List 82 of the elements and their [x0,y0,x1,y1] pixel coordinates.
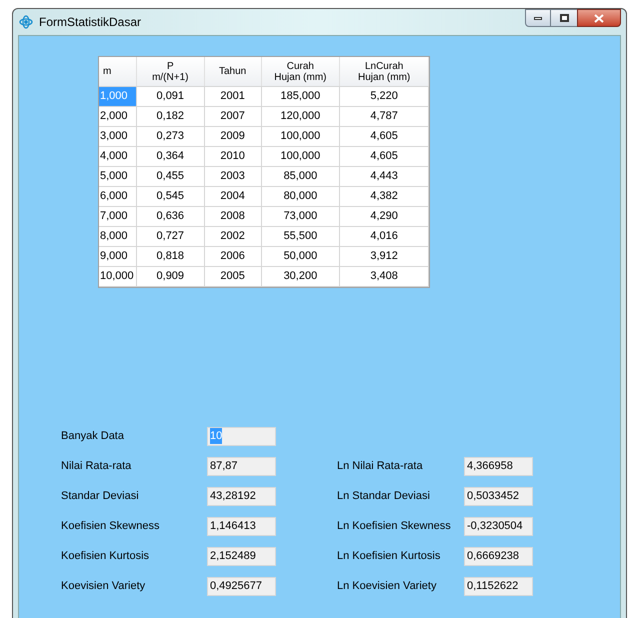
table-cell: 55,500 [262,227,340,246]
table-cell: 2004 [204,187,262,206]
table-cell: 2003 [204,167,262,186]
field-label: Koefisien Skewness [61,518,160,534]
table-cell: 0,545 [136,187,205,206]
output-field[interactable]: 43,28192 [207,486,276,506]
table-cell: 4,605 [340,127,430,146]
field-label: Banyak Data [61,428,125,444]
field-label: Ln Standar Deviasi [337,488,431,504]
close-button[interactable] [577,9,621,27]
column-header[interactable]: LnCurah Hujan (mm) [340,57,429,86]
table-cell: 85,000 [262,167,340,186]
column-header[interactable]: m [99,57,137,86]
maximize-button[interactable] [551,9,577,27]
table-cell: 4,016 [340,227,430,246]
table-cell: 0,909 [136,267,205,286]
column-header[interactable]: Curah Hujan (mm) [262,57,340,86]
table-cell: 0,364 [136,147,205,166]
table-cell: 185,000 [262,87,340,106]
table-cell: 100,000 [262,147,340,166]
output-field[interactable]: 0,6669238 [464,546,533,566]
table-cell: 4,382 [340,187,430,206]
table-cell: 4,605 [340,147,430,166]
table-cell: 0,273 [136,127,205,146]
field-label: Ln Koefisien Skewness [337,518,452,534]
output-field[interactable]: 0,5033452 [464,486,533,506]
table-cell: 0,727 [136,227,205,246]
output-field[interactable]: 0,4925677 [207,576,276,596]
output-field[interactable]: 4,366958 [464,456,533,476]
table-cell: 3,912 [340,247,430,266]
table-cell: 0,091 [136,87,205,106]
table-cell: 6,000 [99,187,137,206]
table-cell: 4,443 [340,167,430,186]
table-cell: 73,000 [262,207,340,226]
table-cell: 120,000 [262,107,340,126]
output-field[interactable]: 2,152489 [207,546,276,566]
table-cell: 80,000 [262,187,340,206]
table-cell: 10,000 [99,267,137,286]
table-cell: 0,455 [136,167,205,186]
table-cell: 8,000 [99,227,137,246]
table-cell: 4,000 [99,147,137,166]
table-cell: 2002 [204,227,262,246]
column-header[interactable]: Tahun [204,57,262,86]
table-cell: 0,182 [136,107,205,126]
table-cell: 9,000 [99,247,137,266]
table-cell: 2009 [204,127,262,146]
table-cell: 0,636 [136,207,205,226]
field-label: Ln Koevisien Variety [337,578,438,594]
table-cell: 7,000 [99,207,137,226]
minimize-button[interactable] [525,9,551,27]
table-cell: 1,000 [99,87,137,106]
table-cell: 2008 [204,207,262,226]
table-cell: 2006 [204,247,262,266]
table-cell: 2005 [204,267,262,286]
table-cell: 50,000 [262,247,340,266]
table-cell: 2,000 [99,107,137,126]
output-field[interactable]: 1,146413 [207,516,276,536]
output-field[interactable]: -0,3230504 [464,516,533,536]
table-cell: 100,000 [262,127,340,146]
table-cell: 0,818 [136,247,205,266]
table-cell: 3,000 [99,127,137,146]
table-cell: 5,220 [340,87,430,106]
field-label: Nilai Rata-rata [61,458,132,474]
table-cell: 5,000 [99,167,137,186]
field-label: Ln Koefisien Kurtosis [337,548,442,564]
table-cell: 30,200 [262,267,340,286]
output-field[interactable]: 87,87 [207,456,276,476]
field-label: Standar Deviasi [61,488,140,504]
field-label: Koefisien Kurtosis [61,548,150,564]
table-cell: 2010 [204,147,262,166]
table-cell: 4,787 [340,107,430,126]
window-title: FormStatistikDasar [39,14,142,31]
table-cell: 2007 [204,107,262,126]
app-icon [18,14,34,30]
field-label: Koevisien Variety [61,578,146,594]
column-header[interactable]: P m/(N+1) [136,57,205,86]
table-cell: 2001 [204,87,262,106]
field-label: Ln Nilai Rata-rata [337,458,424,474]
output-field[interactable]: 0,1152622 [464,576,533,596]
close-icon [594,14,604,22]
table-cell: 3,408 [340,267,430,286]
table-cell: 4,290 [340,207,430,226]
